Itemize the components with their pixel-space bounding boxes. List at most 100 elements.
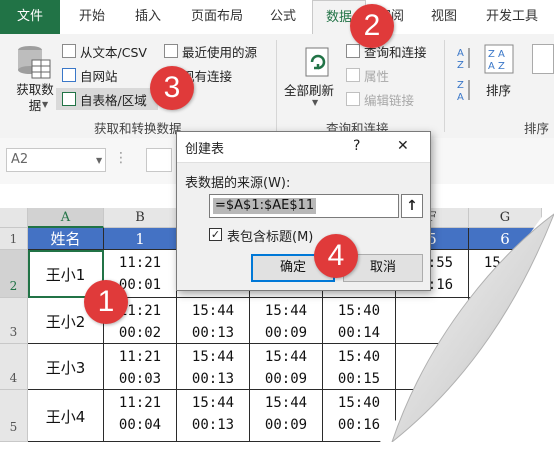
tab-file[interactable]: 文件	[0, 0, 60, 34]
time-cell[interactable]: 15:40 00:15	[323, 344, 396, 390]
formula-input[interactable]	[146, 148, 172, 172]
group-label-get-transform: 获取和转换数据	[94, 121, 182, 136]
time-cell[interactable]: 15:44 00:13	[177, 298, 250, 344]
recent-sources-button[interactable]: 最近使用的源	[182, 42, 257, 61]
time-value: 11:21	[118, 255, 162, 271]
tab-view[interactable]: 视图	[418, 0, 470, 34]
dialog-title-bar: 创建表 ? ✕	[177, 132, 430, 163]
svg-text:A: A	[457, 92, 464, 103]
duration-value: 00:13	[191, 417, 235, 433]
time-cell[interactable]	[396, 298, 469, 344]
time-value: 15:40	[337, 349, 381, 365]
chevron-down-icon: ▼	[42, 100, 49, 109]
duration-value: 00:16	[337, 417, 381, 433]
row-header-3[interactable]: 3	[0, 298, 28, 344]
close-icon[interactable]: ✕	[397, 138, 409, 154]
tab-page-layout[interactable]: 页面布局	[178, 0, 256, 34]
sort-az-icon[interactable]: A Z Z A	[456, 44, 474, 104]
svg-text:Z: Z	[457, 60, 464, 71]
time-cell[interactable]	[396, 344, 469, 390]
edit-links-icon	[346, 92, 360, 106]
from-table-range-button[interactable]: 自表格/区域	[80, 90, 147, 109]
row-header-2[interactable]: 2	[0, 250, 28, 298]
time-value: 15:44	[191, 395, 235, 411]
tab-insert[interactable]: 插入	[122, 0, 174, 34]
svg-text:A: A	[457, 48, 464, 59]
duration-value: 00:09	[264, 325, 308, 341]
ribbon-data: 获取数 据 ▼ 从文本/CSV 自网站 自表格/区域 最近使用的源 现有连接 获…	[0, 34, 554, 139]
source-range-input[interactable]: =$A$1:$AE$11	[209, 194, 399, 218]
row-header-1[interactable]: 1	[0, 228, 28, 250]
duration-value: 00:09	[264, 417, 308, 433]
time-cell[interactable]: 11:21 00:04	[104, 390, 177, 442]
time-cell[interactable]	[396, 390, 469, 442]
more-dots-icon: ⋮	[114, 150, 128, 166]
time-cell[interactable]	[469, 344, 542, 390]
dialog-title: 创建表	[185, 142, 225, 157]
name-cell[interactable]: 王小4	[28, 390, 104, 442]
refresh-icon	[300, 44, 336, 80]
headers-checkbox[interactable]: ✓	[209, 228, 222, 241]
column-header-a[interactable]: A	[28, 208, 104, 228]
get-data-button[interactable]: 获取数 据	[10, 82, 60, 114]
name-cell[interactable]: 王小3	[28, 344, 104, 390]
ribbon-tab-bar: 文件 开始 插入 页面布局 公式 数据 审阅 视图 开发工具	[0, 0, 554, 36]
time-value: 15:44	[191, 349, 235, 365]
time-cell[interactable]: 15:44 00:09	[250, 390, 323, 442]
column-header-b[interactable]: B	[104, 208, 177, 228]
time-cell[interactable]	[469, 298, 542, 344]
time-cell[interactable]: 15:44 00:13	[177, 390, 250, 442]
web-icon	[62, 68, 76, 82]
time-cell[interactable]: 15:40 00:14	[323, 298, 396, 344]
time-cell[interactable]: 15:44 00:09	[250, 344, 323, 390]
from-web-button[interactable]: 自网站	[80, 66, 118, 85]
time-cell[interactable]	[469, 390, 542, 442]
collapse-dialog-icon[interactable]: ↑	[401, 194, 423, 218]
time-cell[interactable]: 15:57 00:17	[469, 250, 542, 298]
refresh-all-button[interactable]: 全部刷新	[284, 80, 334, 99]
from-text-csv-button[interactable]: 从文本/CSV	[80, 42, 147, 61]
duration-value: 00:14	[337, 325, 381, 341]
time-value: 15:44	[264, 349, 308, 365]
header-cell[interactable]: 6	[469, 228, 542, 250]
edit-links-button[interactable]: 编辑链接	[364, 90, 414, 109]
queries-icon	[346, 44, 360, 58]
time-cell[interactable]: 15:44 00:09	[250, 298, 323, 344]
duration-value: 00:04	[118, 417, 162, 433]
callout-4: 4	[314, 234, 358, 278]
name-box[interactable]: A2	[6, 148, 106, 172]
tab-formulas[interactable]: 公式	[258, 0, 308, 34]
filter-icon[interactable]	[532, 44, 554, 74]
svg-text:Z: Z	[457, 80, 464, 91]
time-value: 11:21	[118, 395, 162, 411]
properties-icon	[346, 68, 360, 82]
sort-dialog-icon: Z A A Z	[484, 44, 514, 74]
svg-text:A Z: A Z	[488, 61, 505, 72]
row-header-5[interactable]: 5	[0, 390, 28, 442]
time-cell[interactable]: 11:21 00:03	[104, 344, 177, 390]
table-icon	[62, 92, 76, 106]
time-cell[interactable]: 15:40 00:16	[323, 390, 396, 442]
header-cell[interactable]: 1	[104, 228, 177, 250]
duration-value: 00:13	[191, 325, 235, 341]
create-table-dialog: 创建表 ? ✕ 表数据的来源(W): =$A$1:$AE$11 ↑ ✓ 表包含标…	[176, 131, 431, 291]
group-separator	[276, 40, 277, 132]
duration-value: 00:17	[483, 277, 527, 293]
time-cell[interactable]: 15:44 00:13	[177, 344, 250, 390]
time-value: 11:21	[118, 349, 162, 365]
headers-checkbox-label: 表包含标题(M)	[227, 230, 314, 245]
group-label-sort: 排序	[524, 121, 550, 136]
help-button[interactable]: ?	[353, 138, 360, 154]
tab-developer[interactable]: 开发工具	[474, 0, 550, 34]
svg-text:Z A: Z A	[488, 49, 505, 60]
row-header-4[interactable]: 4	[0, 344, 28, 390]
properties-button[interactable]: 属性	[364, 66, 389, 85]
duration-value: 00:13	[191, 371, 235, 387]
sort-button[interactable]: 排序	[486, 80, 511, 99]
header-cell-name[interactable]: 姓名	[28, 228, 104, 250]
select-all-corner[interactable]	[0, 208, 28, 228]
tab-home[interactable]: 开始	[64, 0, 120, 34]
column-header-g[interactable]: G	[469, 208, 542, 228]
database-icon	[14, 42, 54, 82]
recent-sources-icon	[164, 44, 178, 58]
